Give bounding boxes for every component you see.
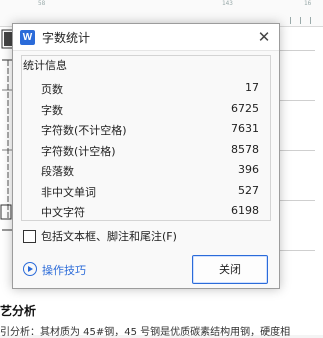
dialog-titlebar[interactable]: W 字数统计 ✕ bbox=[13, 24, 279, 51]
ruler-mark: 58 bbox=[38, 0, 46, 7]
dialog-title: 字数统计 bbox=[42, 31, 91, 45]
stat-row-chinese-chars: 中文字符 6198 bbox=[31, 201, 269, 222]
stat-label: 字符数(不计空格) bbox=[41, 124, 127, 137]
close-button[interactable]: 关闭 bbox=[192, 255, 268, 284]
include-textboxes-option[interactable]: 包括文本框、脚注和尾注(F) bbox=[23, 228, 273, 244]
stat-value: 6198 bbox=[231, 204, 259, 217]
stat-value: 396 bbox=[238, 163, 259, 176]
stat-value: 6725 bbox=[231, 101, 259, 115]
stat-value: 7631 bbox=[231, 122, 259, 135]
tips-link-label[interactable]: 操作技巧 bbox=[42, 262, 86, 278]
stat-row-words: 字数 6725 bbox=[31, 99, 269, 120]
ruler-mark: 16 bbox=[304, 0, 312, 7]
stat-row-non-chinese-words: 非中文单词 527 bbox=[31, 181, 269, 202]
stat-value: 8578 bbox=[231, 142, 259, 156]
include-textboxes-label[interactable]: 包括文本框、脚注和尾注(F) bbox=[41, 228, 177, 244]
stat-label: 字数 bbox=[41, 103, 63, 117]
stat-label: 非中文单词 bbox=[41, 185, 96, 199]
statistics-group-title: 统计信息 bbox=[23, 59, 67, 72]
stat-row-chars-no-spaces: 字符数(不计空格) 7631 bbox=[31, 119, 269, 140]
word-count-dialog: W 字数统计 ✕ 统计信息 页数 17 字数 6725 字符数(不计空格) 76… bbox=[12, 23, 280, 289]
stat-value: 17 bbox=[245, 81, 259, 94]
close-icon[interactable]: ✕ bbox=[253, 27, 275, 47]
statistics-list: 页数 17 字数 6725 字符数(不计空格) 7631 字符数(计空格) 85… bbox=[31, 78, 269, 222]
stat-row-paragraphs: 段落数 396 bbox=[31, 160, 269, 181]
include-textboxes-checkbox[interactable] bbox=[23, 230, 36, 243]
stat-row-pages: 页数 17 bbox=[31, 78, 269, 99]
stat-label: 字符数(计空格) bbox=[41, 144, 116, 158]
ruler-mark: 143 bbox=[222, 0, 233, 7]
stat-label: 中文字符 bbox=[41, 206, 85, 219]
document-text: 艺分析 引分析：其材质为 45#钢，45 号钢是优质碳素结构用钢，硬度相 bbox=[0, 302, 323, 338]
stat-label: 页数 bbox=[41, 83, 63, 96]
wps-writer-icon: W bbox=[20, 30, 35, 45]
stat-label: 段落数 bbox=[41, 165, 74, 178]
stat-value: 527 bbox=[238, 183, 259, 197]
document-heading: 艺分析 bbox=[0, 304, 37, 318]
play-circle-icon[interactable] bbox=[23, 262, 37, 276]
document-body-line: 引分析：其材质为 45#钢，45 号钢是优质碳素结构用钢，硬度相 bbox=[0, 327, 291, 338]
stat-row-chars-with-spaces: 字符数(计空格) 8578 bbox=[31, 140, 269, 161]
